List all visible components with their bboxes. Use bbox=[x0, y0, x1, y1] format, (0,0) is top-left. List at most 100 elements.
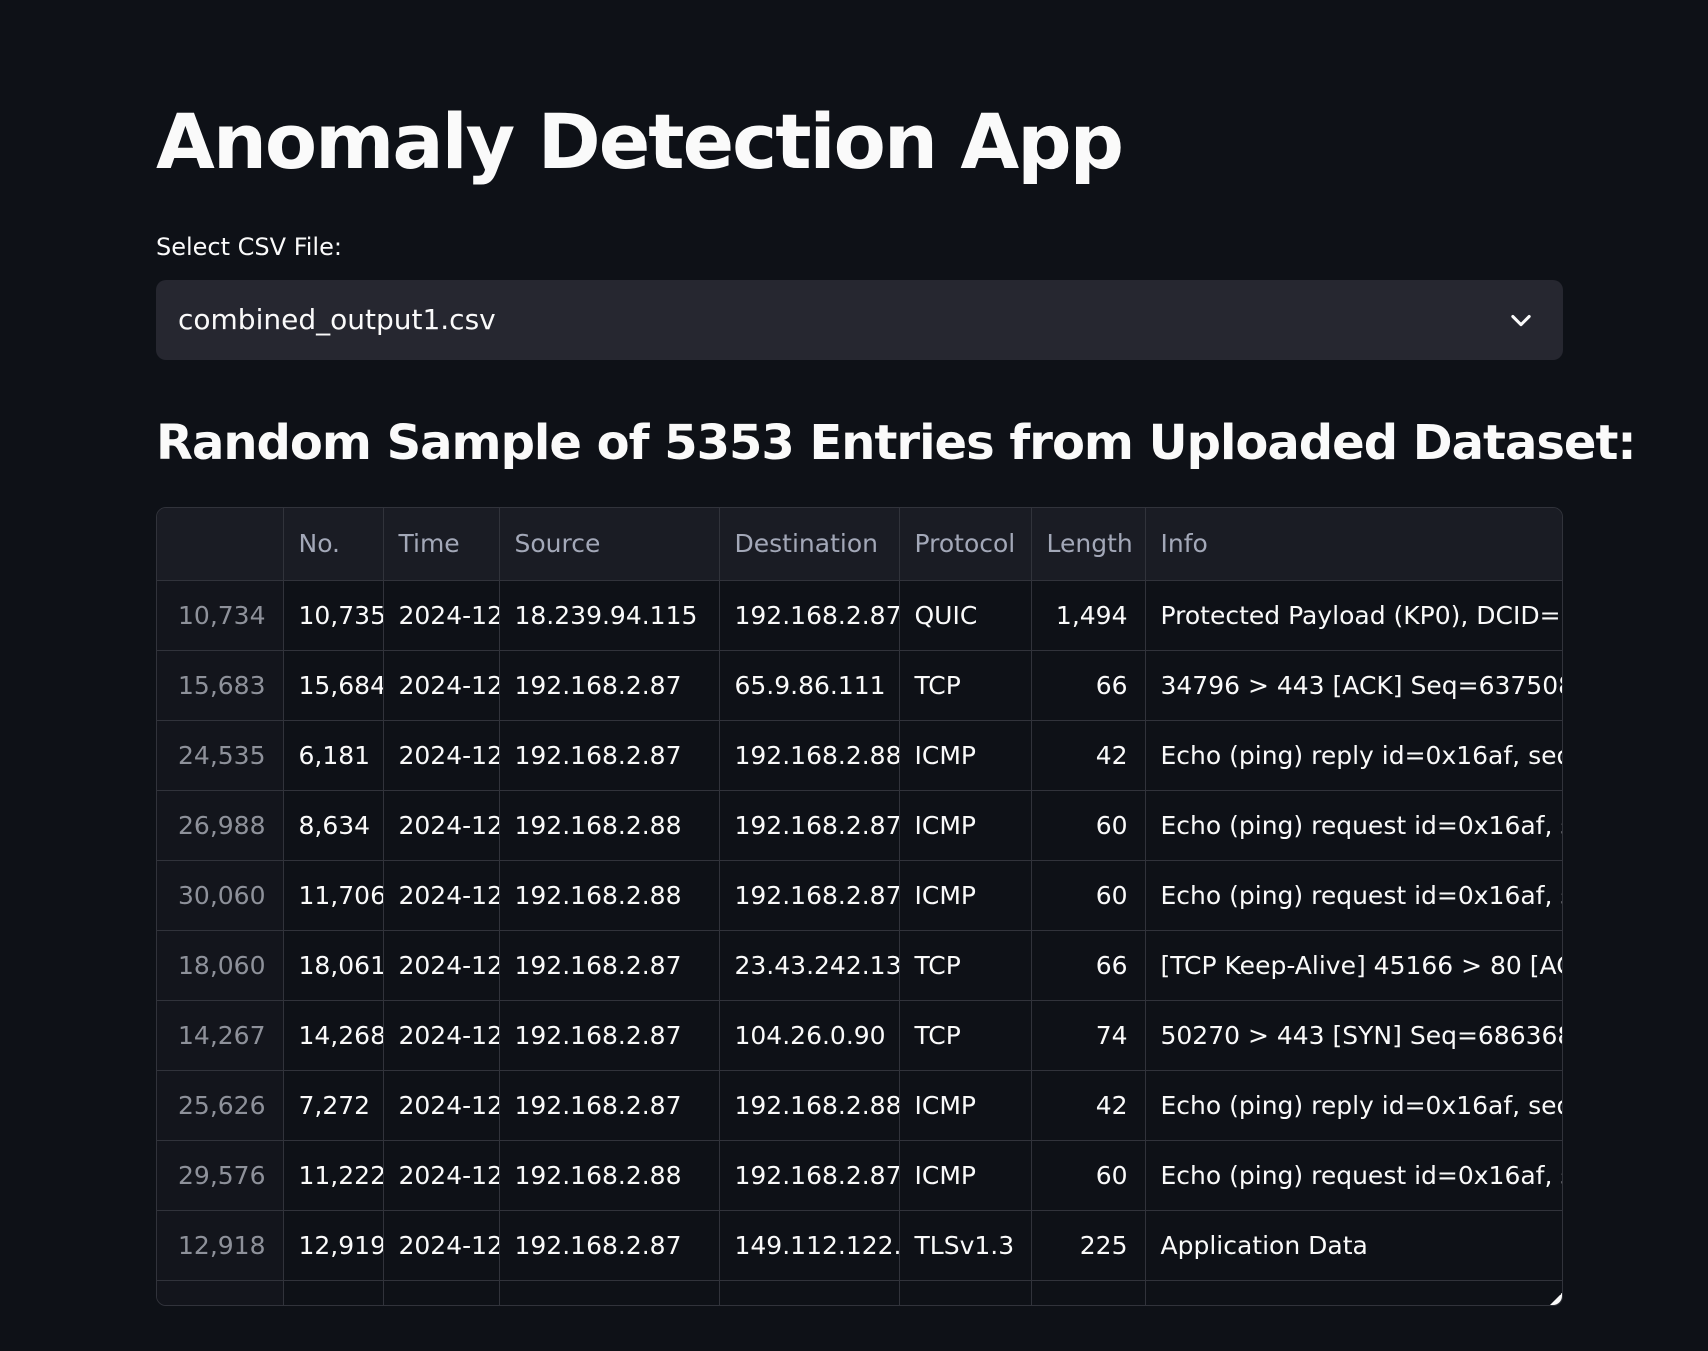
column-header-info[interactable]: Info bbox=[1145, 508, 1562, 581]
column-header-index[interactable] bbox=[157, 508, 284, 581]
length-cell[interactable]: 60 bbox=[1031, 1140, 1146, 1211]
time-cell[interactable]: 2024-12- bbox=[383, 720, 500, 791]
row-index-cell[interactable]: 14,267 bbox=[157, 1000, 284, 1071]
table-row[interactable]: 10,73410,7352024-12-18.239.94.115192.168… bbox=[157, 580, 1562, 651]
source-cell[interactable]: 192.168.2.87 bbox=[499, 720, 720, 791]
no-cell[interactable]: 12,919 bbox=[283, 1210, 384, 1281]
table-row[interactable]: ICMP Echo (ping) request id=0x16af, seq bbox=[157, 1280, 1562, 1305]
length-cell[interactable]: 60 bbox=[1031, 790, 1146, 861]
protocol-cell[interactable]: ICMP bbox=[899, 1140, 1032, 1211]
table-row[interactable]: 14,26714,2682024-12-192.168.2.87104.26.0… bbox=[157, 1000, 1562, 1071]
no-cell[interactable]: 7,272 bbox=[283, 1070, 384, 1141]
length-cell[interactable] bbox=[1031, 1280, 1146, 1305]
info-cell[interactable]: Echo (ping) reply id=0x16af, seq=1 bbox=[1145, 720, 1562, 791]
destination-cell[interactable]: 192.168.2.87 bbox=[719, 860, 900, 931]
destination-cell[interactable]: 149.112.122.10 bbox=[719, 1210, 900, 1281]
source-cell[interactable]: 192.168.2.88 bbox=[499, 790, 720, 861]
protocol-cell[interactable]: TCP bbox=[899, 1000, 1032, 1071]
length-cell[interactable]: 60 bbox=[1031, 860, 1146, 931]
column-header-no[interactable]: No. bbox=[283, 508, 384, 581]
length-cell[interactable]: 42 bbox=[1031, 720, 1146, 791]
length-cell[interactable]: 1,494 bbox=[1031, 580, 1146, 651]
table-row[interactable]: 25,6267,2722024-12-192.168.2.87192.168.2… bbox=[157, 1070, 1562, 1141]
length-cell[interactable]: 42 bbox=[1031, 1070, 1146, 1141]
no-cell[interactable]: 10,735 bbox=[283, 580, 384, 651]
destination-cell[interactable]: 23.43.242.130 bbox=[719, 930, 900, 1001]
destination-cell[interactable]: 192.168.2.88 bbox=[719, 1070, 900, 1141]
protocol-cell[interactable]: ICMP bbox=[899, 860, 1032, 931]
row-index-cell[interactable]: 26,988 bbox=[157, 790, 284, 861]
table-row[interactable]: 18,06018,0612024-12-192.168.2.8723.43.24… bbox=[157, 930, 1562, 1001]
column-header-destination[interactable]: Destination bbox=[719, 508, 900, 581]
row-index-cell[interactable] bbox=[157, 1280, 284, 1305]
data-grid[interactable]: No. Time Source Destination Protocol Len… bbox=[156, 507, 1563, 1306]
info-cell[interactable]: Echo (ping) request id=0x16af, seq bbox=[1145, 1140, 1562, 1211]
length-cell[interactable]: 66 bbox=[1031, 650, 1146, 721]
source-cell[interactable]: 192.168.2.87 bbox=[499, 1000, 720, 1071]
no-cell[interactable]: 11,222 bbox=[283, 1140, 384, 1211]
table-row[interactable]: 26,9888,6342024-12-192.168.2.88192.168.2… bbox=[157, 790, 1562, 861]
row-index-cell[interactable]: 18,060 bbox=[157, 930, 284, 1001]
length-cell[interactable]: 74 bbox=[1031, 1000, 1146, 1071]
protocol-cell[interactable]: ICMP bbox=[899, 1070, 1032, 1141]
info-cell[interactable]: Echo (ping) request id=0x16af, seq bbox=[1145, 790, 1562, 861]
source-cell[interactable]: 192.168.2.88 bbox=[499, 860, 720, 931]
source-cell[interactable]: 192.168.2.87 bbox=[499, 1070, 720, 1141]
time-cell[interactable]: 2024-12- bbox=[383, 790, 500, 861]
no-cell[interactable] bbox=[283, 1280, 384, 1305]
destination-cell[interactable]: 65.9.86.111 bbox=[719, 650, 900, 721]
protocol-cell[interactable]: ICMP bbox=[899, 1280, 1032, 1305]
info-cell[interactable]: Echo (ping) request id=0x16af, seq bbox=[1145, 1280, 1562, 1305]
table-row[interactable]: 29,57611,2222024-12-192.168.2.88192.168.… bbox=[157, 1140, 1562, 1211]
column-header-length[interactable]: Length bbox=[1031, 508, 1146, 581]
row-index-cell[interactable]: 10,734 bbox=[157, 580, 284, 651]
table-row[interactable]: 24,5356,1812024-12-192.168.2.87192.168.2… bbox=[157, 720, 1562, 791]
time-cell[interactable]: 2024-12- bbox=[383, 580, 500, 651]
resize-handle[interactable] bbox=[1550, 1293, 1562, 1305]
protocol-cell[interactable]: QUIC bbox=[899, 580, 1032, 651]
length-cell[interactable]: 225 bbox=[1031, 1210, 1146, 1281]
table-row[interactable]: 30,06011,7062024-12-192.168.2.88192.168.… bbox=[157, 860, 1562, 931]
source-cell[interactable]: 192.168.2.87 bbox=[499, 930, 720, 1001]
destination-cell[interactable]: 192.168.2.88 bbox=[719, 720, 900, 791]
destination-cell[interactable]: 192.168.2.87 bbox=[719, 580, 900, 651]
row-index-cell[interactable]: 29,576 bbox=[157, 1140, 284, 1211]
row-index-cell[interactable]: 30,060 bbox=[157, 860, 284, 931]
row-index-cell[interactable]: 15,683 bbox=[157, 650, 284, 721]
no-cell[interactable]: 15,684 bbox=[283, 650, 384, 721]
destination-cell[interactable]: 192.168.2.87 bbox=[719, 1140, 900, 1211]
csv-file-select[interactable]: combined_output1.csv bbox=[156, 280, 1563, 360]
info-cell[interactable]: 50270 > 443 [SYN] Seq=686368499 bbox=[1145, 1000, 1562, 1071]
table-row[interactable]: 12,91812,9192024-12-192.168.2.87149.112.… bbox=[157, 1210, 1562, 1281]
info-cell[interactable]: Protected Payload (KP0), DCID=c0b bbox=[1145, 580, 1562, 651]
time-cell[interactable]: 2024-12- bbox=[383, 930, 500, 1001]
row-index-cell[interactable]: 24,535 bbox=[157, 720, 284, 791]
info-cell[interactable]: Application Data bbox=[1145, 1210, 1562, 1281]
protocol-cell[interactable]: ICMP bbox=[899, 720, 1032, 791]
column-header-source[interactable]: Source bbox=[499, 508, 720, 581]
info-cell[interactable]: Echo (ping) request id=0x16af, seq bbox=[1145, 860, 1562, 931]
column-header-time[interactable]: Time bbox=[383, 508, 500, 581]
time-cell[interactable]: 2024-12- bbox=[383, 650, 500, 721]
source-cell[interactable]: 192.168.2.88 bbox=[499, 1140, 720, 1211]
no-cell[interactable]: 14,268 bbox=[283, 1000, 384, 1071]
protocol-cell[interactable]: TLSv1.3 bbox=[899, 1210, 1032, 1281]
source-cell[interactable] bbox=[499, 1280, 720, 1305]
source-cell[interactable]: 192.168.2.87 bbox=[499, 650, 720, 721]
time-cell[interactable]: 2024-12- bbox=[383, 1070, 500, 1141]
row-index-cell[interactable]: 25,626 bbox=[157, 1070, 284, 1141]
time-cell[interactable] bbox=[383, 1280, 500, 1305]
info-cell[interactable]: [TCP Keep-Alive] 45166 > 80 [ACK] bbox=[1145, 930, 1562, 1001]
time-cell[interactable]: 2024-12- bbox=[383, 860, 500, 931]
no-cell[interactable]: 18,061 bbox=[283, 930, 384, 1001]
time-cell[interactable]: 2024-12- bbox=[383, 1210, 500, 1281]
protocol-cell[interactable]: ICMP bbox=[899, 790, 1032, 861]
table-row[interactable]: 15,68315,6842024-12-192.168.2.8765.9.86.… bbox=[157, 650, 1562, 721]
destination-cell[interactable] bbox=[719, 1280, 900, 1305]
protocol-cell[interactable]: TCP bbox=[899, 930, 1032, 1001]
row-index-cell[interactable]: 12,918 bbox=[157, 1210, 284, 1281]
destination-cell[interactable]: 104.26.0.90 bbox=[719, 1000, 900, 1071]
time-cell[interactable]: 2024-12- bbox=[383, 1140, 500, 1211]
time-cell[interactable]: 2024-12- bbox=[383, 1000, 500, 1071]
source-cell[interactable]: 192.168.2.87 bbox=[499, 1210, 720, 1281]
